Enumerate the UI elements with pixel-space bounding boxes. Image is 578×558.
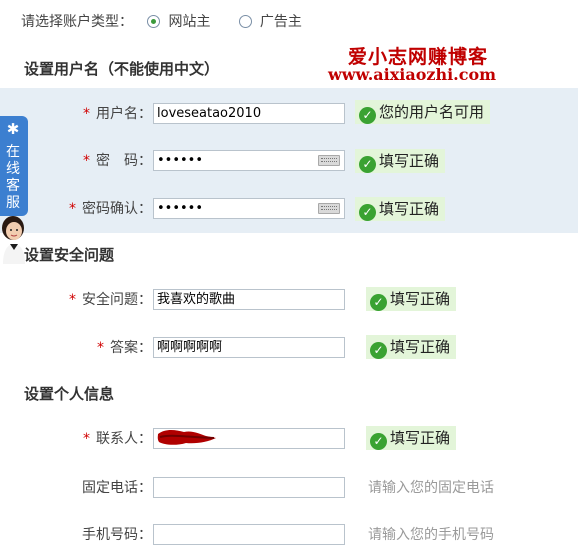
mobile-label: 手机号码： <box>82 527 152 543</box>
contact-status: ✓ 填写正确 <box>366 426 457 450</box>
password-confirm-status: ✓ 填写正确 <box>355 197 446 221</box>
account-type-label: 请选择账户类型： <box>21 14 133 30</box>
check-icon: ✓ <box>370 294 387 311</box>
phone-input[interactable] <box>153 477 345 498</box>
radio-advertiser[interactable] <box>238 15 252 28</box>
mobile-input[interactable] <box>153 524 345 545</box>
password-confirm-value: •••••• <box>157 201 204 216</box>
security-question-status: ✓ 填写正确 <box>366 287 457 311</box>
radio-site-owner-label[interactable]: 网站主 <box>168 14 210 30</box>
password-value: •••••• <box>157 153 204 168</box>
answer-label: * 答案： <box>97 340 152 356</box>
password-input[interactable]: •••••• <box>153 150 345 171</box>
online-service-widget[interactable]: ✱ 在线客服 <box>0 116 28 271</box>
online-service-tab[interactable]: ✱ 在线客服 <box>0 116 28 216</box>
section-title-security: 设置安全问题 <box>24 246 115 264</box>
username-status: ✓ 您的用户名可用 <box>355 100 491 124</box>
keyboard-icon[interactable] <box>318 203 340 214</box>
account-type-row: 请选择账户类型： 网站主 广告主 <box>21 11 316 33</box>
answer-status: ✓ 填写正确 <box>366 335 457 359</box>
check-icon: ✓ <box>359 204 376 221</box>
security-question-input[interactable]: 我喜欢的歌曲 <box>153 289 345 310</box>
keyboard-icon[interactable] <box>318 155 340 166</box>
mobile-hint: 请输入您的手机号码 <box>368 527 494 543</box>
contact-label: * 联系人： <box>83 431 152 447</box>
password-status: ✓ 填写正确 <box>355 149 446 173</box>
online-service-label: 在线客服 <box>6 144 20 211</box>
star-icon: ✱ <box>6 120 20 138</box>
agent-avatar-icon <box>2 216 25 264</box>
username-label: * 用户名： <box>83 106 152 122</box>
radio-site-owner[interactable] <box>147 15 161 28</box>
phone-label: 固定电话： <box>82 480 152 496</box>
phone-hint: 请输入您的固定电话 <box>368 480 494 496</box>
section-title-personal: 设置个人信息 <box>24 385 115 403</box>
section-title-username: 设置用户名（不能使用中文） <box>24 60 220 78</box>
answer-input[interactable]: 啊啊啊啊啊 <box>153 337 345 358</box>
check-icon: ✓ <box>370 342 387 359</box>
password-confirm-label: * 密码确认： <box>69 201 152 217</box>
username-input[interactable]: loveseatao2010 <box>153 103 345 124</box>
security-question-label: * 安全问题： <box>69 292 152 308</box>
check-icon: ✓ <box>370 433 387 450</box>
radio-advertiser-label[interactable]: 广告主 <box>260 14 302 30</box>
password-label: * 密 码： <box>83 153 152 169</box>
redaction-scribble <box>157 430 216 445</box>
password-confirm-input[interactable]: •••••• <box>153 198 345 219</box>
check-icon: ✓ <box>359 107 376 124</box>
check-icon: ✓ <box>359 156 376 173</box>
watermark-url: www.aixiaozhi.com <box>328 65 497 84</box>
